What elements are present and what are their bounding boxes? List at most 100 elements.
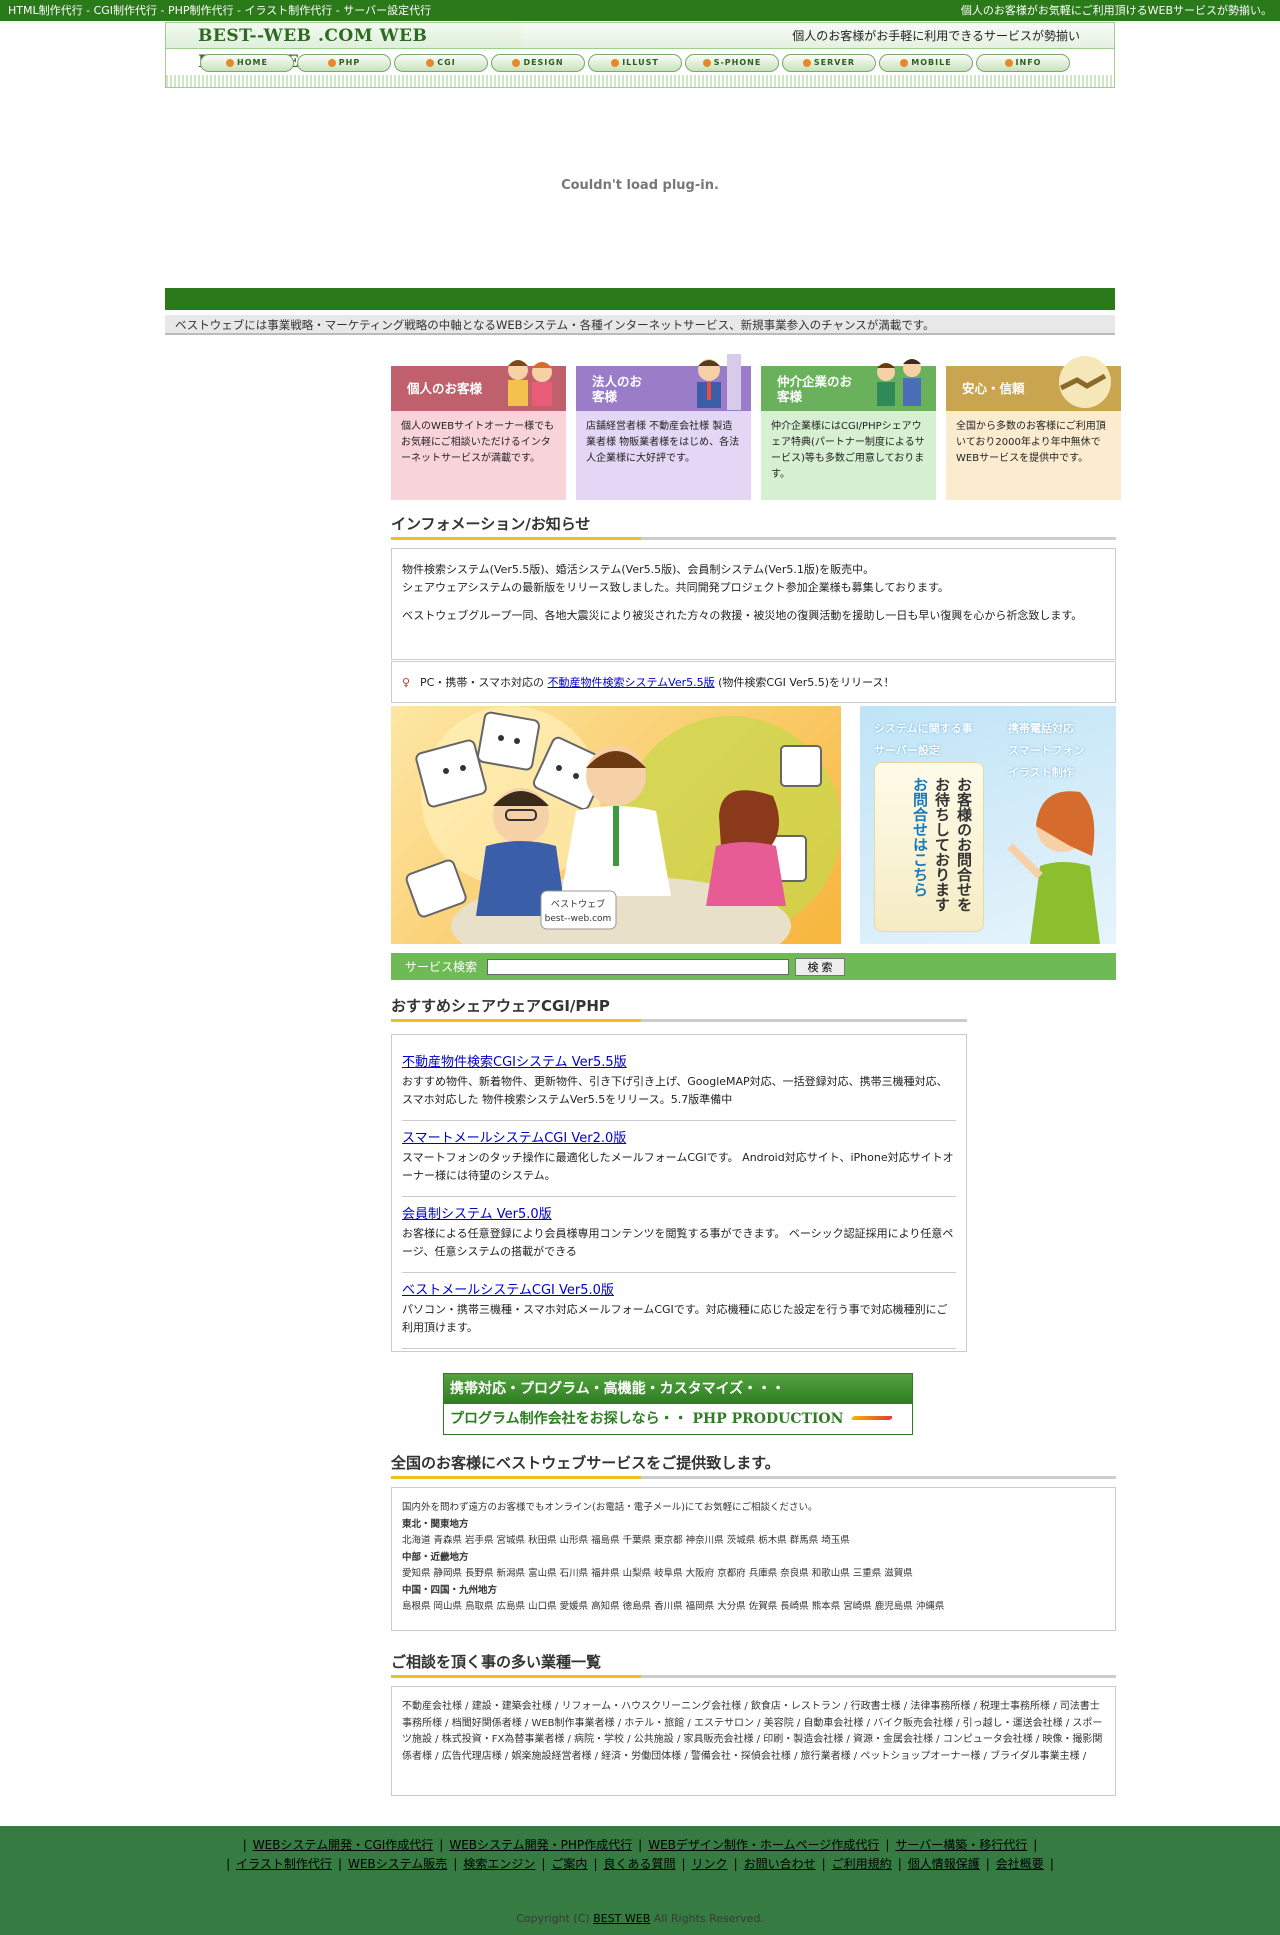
footer-link[interactable]: WEBシステム開発・CGI作成代行 <box>253 1838 434 1852</box>
main-nav: HOME PHP CGI DESIGN ILLUST S-PHONE SERVE… <box>200 54 1070 72</box>
card-trust-body: 全国から多数のお客様にご利用頂いており2000年より年中無休でWEBサービスを提… <box>956 421 1106 464</box>
nav-cgi[interactable]: CGI <box>394 54 488 72</box>
banner-line-2: プログラム制作会社をお探しなら・・ PHP PRODUCTION <box>444 1404 912 1434</box>
nav-home[interactable]: HOME <box>200 54 294 72</box>
nav-sphone[interactable]: S-PHONE <box>685 54 779 72</box>
service-search-bar: サービス検索 検 索 <box>391 953 1116 980</box>
card-agency[interactable]: 仲介企業のお客様 仲介企業様にはCGI/PHPシェアウェア特典(パートナー制度に… <box>761 359 936 500</box>
nav-info[interactable]: INFO <box>976 54 1070 72</box>
nav-bullet-icon <box>226 59 235 67</box>
plugin-error-text: Couldn't load plug-in. <box>561 178 719 193</box>
header-stripe <box>166 75 1114 87</box>
card-individual-title: 個人のお客様 <box>391 360 566 411</box>
contact-banner[interactable]: システムに関する事 サーバー設定 携帯電話対応 スマートフォン イラスト制作 お… <box>860 706 1116 944</box>
recommend-link[interactable]: ベストメールシステムCGI Ver5.0版 <box>402 1279 956 1298</box>
heading-underline <box>391 537 641 540</box>
swoosh-icon <box>850 1416 894 1420</box>
top-bar-services: HTML制作代行 - CGI制作代行 - PHP制作代行 - イラスト制作代行 … <box>8 4 432 17</box>
area-group-list: 愛知県 静岡県 長野県 新潟県 富山県 石川県 福井県 山梨県 岐阜県 大阪府 … <box>402 1568 913 1579</box>
hero-illustration: ベストウェブ best--web.com <box>391 706 841 944</box>
nav-bullet-icon <box>702 59 711 67</box>
footer-link[interactable]: ご案内 <box>551 1857 587 1871</box>
search-button[interactable]: 検 索 <box>795 957 846 976</box>
business-meeting-illustration: ベストウェブ best--web.com <box>405 706 841 944</box>
recommend-link[interactable]: 会員制システム Ver5.0版 <box>402 1203 956 1222</box>
nav-bullet-icon <box>512 59 521 67</box>
card-individual-body: 個人のWEBサイトオーナー様でもお気軽にご相談いただけるインターネットサービスが… <box>401 421 555 464</box>
footer-link[interactable]: お問い合わせ <box>744 1857 816 1871</box>
top-bar: HTML制作代行 - CGI制作代行 - PHP制作代行 - イラスト制作代行 … <box>0 0 1280 21</box>
nav-illust[interactable]: ILLUST <box>588 54 682 72</box>
recommend-desc: パソコン・携帯三機種・スマホ対応メールフォームCGIです。対応機種に応じた設定を… <box>402 1303 948 1334</box>
area-group-list: 島根県 岡山県 鳥取県 広島県 山口県 愛媛県 高知県 徳島県 香川県 福岡県 … <box>402 1601 945 1612</box>
antenna-icon: ♀ <box>402 676 411 689</box>
recommend-desc: お客様による任意登録により会員様専用コンテンツを閲覧する事ができます。 ベーシッ… <box>402 1227 954 1258</box>
recommend-link[interactable]: スマートメールシステムCGI Ver2.0版 <box>402 1127 956 1146</box>
recommend-link[interactable]: 不動産物件検索CGIシステム Ver5.5版 <box>402 1051 956 1070</box>
footer-link[interactable]: 良くある質問 <box>603 1857 675 1871</box>
industries-heading: ご相談を頂く事の多い業種一覧 <box>391 1652 1116 1678</box>
nav-server[interactable]: SERVER <box>782 54 876 72</box>
news-link[interactable]: 不動産物件検索システムVer5.5版 <box>547 676 714 689</box>
card-corporate[interactable]: 法人のお客様 店舗経営者様 不動産会社様 製造業者様 物販業者様をはじめ、各法人… <box>576 354 751 500</box>
nav-mobile[interactable]: MOBILE <box>879 54 973 72</box>
search-label: サービス検索 <box>405 960 478 974</box>
areas-intro: 国内外を問わず遠方のお客様でもオンライン(お電話・電子メール)にてお気軽にご相談… <box>402 1502 818 1513</box>
card-individual[interactable]: 個人のお客様 個人のWEBサイトオーナー様でもお気軽にご相談いただけるインターネ… <box>391 360 566 500</box>
footer-link[interactable]: WEBシステム販売 <box>348 1857 447 1871</box>
card-trust-title: 安心・信頼 <box>946 356 1121 411</box>
industries-list: 不動産会社様 / 建設・建築会社様 / リフォーム・ハウスクリーニング会社様 /… <box>402 1701 1103 1762</box>
footer-links: | WEBシステム開発・CGI作成代行 | WEBシステム開発・PHP作成代行 | WEB… <box>0 1836 1280 1874</box>
search-input[interactable] <box>487 958 790 975</box>
site-footer: | WEBシステム開発・CGI作成代行 | WEBシステム開発・PHP作成代行 | WEB… <box>0 1826 1280 1935</box>
card-trust[interactable]: 安心・信頼 全国から多数のお客様にご利用頂いており2000年より年中無休でWEB… <box>946 356 1121 500</box>
banner-line-1: 携帯対応・プログラム・高機能・カスタマイズ・・・ <box>444 1374 912 1404</box>
nav-bullet-icon <box>426 59 435 67</box>
plugin-placeholder: Couldn't load plug-in. <box>165 88 1115 288</box>
footer-link[interactable]: 会社概要 <box>996 1857 1044 1871</box>
footer-links-row-1: | WEBシステム開発・CGI作成代行 | WEBシステム開発・PHP作成代行 | WEB… <box>242 1838 1038 1852</box>
industries-box: 不動産会社様 / 建設・建築会社様 / リフォーム・ハウスクリーニング会社様 /… <box>391 1686 1116 1796</box>
footer-link[interactable]: WEBデザイン制作・ホームページ作成代行 <box>648 1838 879 1852</box>
area-group-name: 東北・関東地方 <box>402 1518 469 1530</box>
businessman-icon <box>697 354 741 410</box>
info-line: 物件検索システム(Ver5.5版)、婚活システム(Ver5.5版)、会員制システ… <box>402 563 875 576</box>
card-agency-body: 仲介企業様にはCGI/PHPシェアウェア特典(パートナー制度によるサービス)等も… <box>771 421 925 480</box>
recommend-heading: おすすめシェアウェアCGI/PHP <box>391 996 967 1022</box>
contact-message: お客様のお問合せを お待ちしております お問合せはこちら <box>874 762 984 932</box>
heading-underline <box>391 1476 641 1479</box>
footer-link[interactable]: 検索エンジン <box>463 1857 535 1871</box>
php-production-banner[interactable]: 携帯対応・プログラム・高機能・カスタマイズ・・・ プログラム制作会社をお探しなら… <box>443 1373 913 1435</box>
notice-bar: ベストウェブには事業戦略・マーケティング戦略の中軸となるWEBシステム・各種イン… <box>165 315 1115 335</box>
recommend-box: 不動産物件検索CGIシステム Ver5.5版 おすすめ物件、新着物件、更新物件、… <box>391 1034 967 1352</box>
card-corporate-title: 法人のお客様 <box>576 354 751 411</box>
header-tagline: 個人のお客様がお手軽に利用できるサービスが勢揃い <box>521 23 1114 49</box>
footer-link[interactable]: サーバー構築・移行代行 <box>895 1838 1027 1852</box>
area-group-list: 北海道 青森県 岩手県 宮城県 秋田県 山形県 福島県 千葉県 東京都 神奈川県… <box>402 1535 850 1546</box>
footer-link[interactable]: ご利用規約 <box>832 1857 892 1871</box>
contact-link[interactable]: お問合せはこちら <box>911 777 929 897</box>
recommend-desc: おすすめ物件、新着物件、更新物件、引き下げ引き上げ、GoogleMAP対応、一括… <box>402 1075 948 1106</box>
nav-bullet-icon <box>327 59 336 67</box>
contact-tags-left: システムに関する事 サーバー設定 <box>874 722 973 757</box>
copyright-link[interactable]: BEST WEB <box>593 1912 650 1925</box>
info-line: シェアウェアシステムの最新版をリリース致しました。共同開発プロジェクト参加企業様… <box>402 581 949 594</box>
divider-bar <box>165 288 1115 310</box>
recommend-item: 不動産物件検索CGIシステム Ver5.5版 おすすめ物件、新着物件、更新物件、… <box>402 1045 956 1121</box>
heading-underline <box>391 1675 641 1678</box>
top-bar-slogan: 個人のお客様がお気軽にご利用頂けるWEBサービスが勢揃い。 <box>960 4 1272 17</box>
recommend-item: スマートメールシステムCGI Ver2.0版 スマートフォンのタッチ操作に最適化… <box>402 1121 956 1197</box>
meeting-icon <box>877 359 921 406</box>
site-logo[interactable]: BEST--WEB .COM WEB PRODUCE <box>166 23 521 72</box>
area-group-name: 中国・四国・九州地方 <box>402 1584 498 1596</box>
footer-link[interactable]: 個人情報保護 <box>908 1857 980 1871</box>
handshake-icon <box>1059 356 1111 408</box>
info-line: ベストウェブグループ一同、各地大震災により被災された方々の救援・被災地の復興活動… <box>402 609 1083 622</box>
nav-php[interactable]: PHP <box>297 54 391 72</box>
nav-design[interactable]: DESIGN <box>491 54 585 72</box>
heading-underline <box>391 1019 641 1022</box>
footer-link[interactable]: WEBシステム開発・PHP作成代行 <box>449 1838 632 1852</box>
footer-link[interactable]: リンク <box>692 1857 728 1871</box>
footer-link[interactable]: イラスト制作代行 <box>236 1857 332 1871</box>
info-box: 物件検索システム(Ver5.5版)、婚活システム(Ver5.5版)、会員制システ… <box>391 548 1116 660</box>
